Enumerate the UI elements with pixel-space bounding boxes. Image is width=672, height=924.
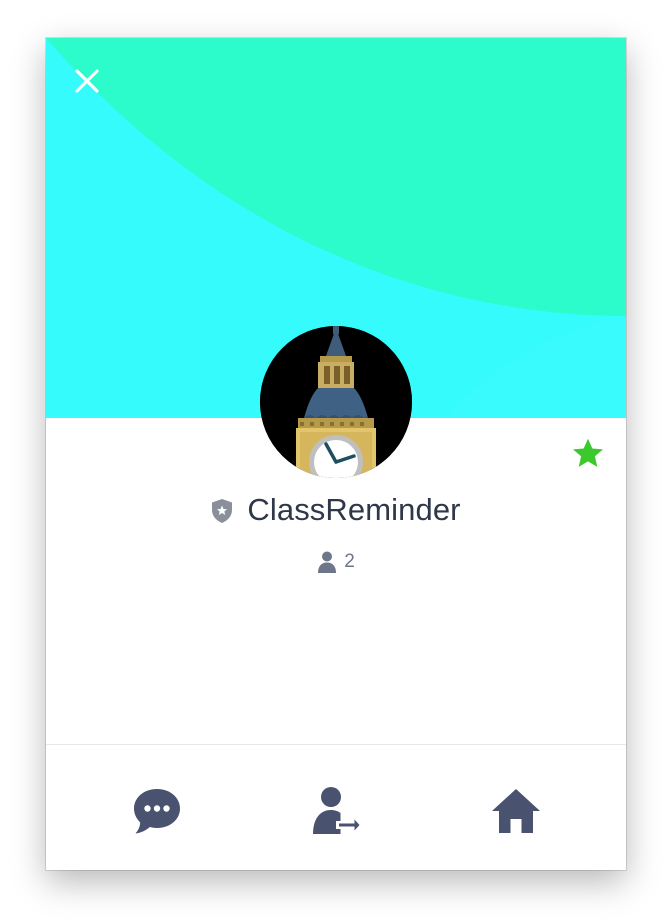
person-icon — [318, 551, 337, 573]
favorite-button[interactable] — [570, 436, 606, 472]
profile-name-row: ClassReminder — [46, 490, 626, 530]
chat-bubble-icon — [134, 789, 180, 834]
profile-window: ClassReminder 2 — [46, 38, 626, 870]
member-count: 2 — [344, 551, 355, 572]
home-icon — [492, 789, 540, 833]
avatar — [260, 326, 412, 478]
share-contact-icon — [313, 787, 362, 835]
share-contact-button[interactable] — [306, 781, 366, 841]
official-shield-icon — [212, 499, 233, 523]
close-button[interactable] — [72, 66, 102, 96]
chat-button[interactable] — [127, 781, 187, 841]
close-icon — [75, 69, 99, 93]
home-button[interactable] — [486, 781, 546, 841]
clock-tower-icon — [260, 326, 412, 478]
member-count-row[interactable]: 2 — [46, 548, 626, 576]
action-bar — [46, 745, 626, 870]
star-icon — [573, 438, 603, 467]
profile-name: ClassReminder — [247, 492, 461, 527]
